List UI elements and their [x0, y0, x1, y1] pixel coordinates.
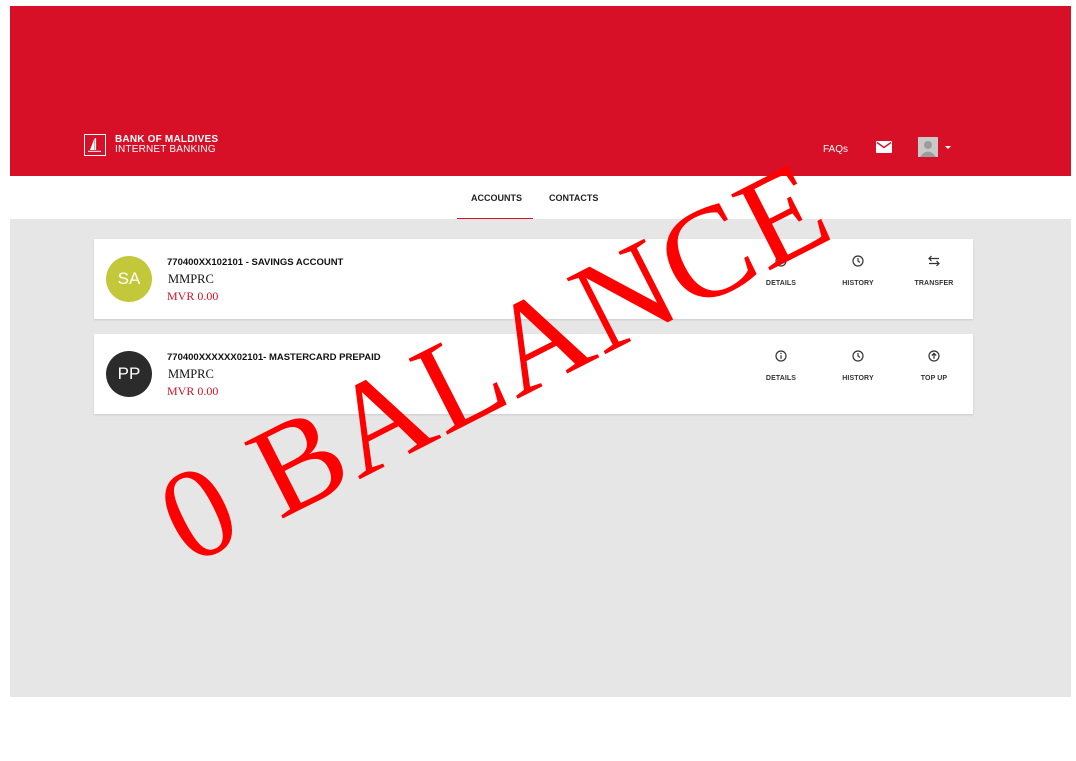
account-balance: MVR 0.00: [167, 289, 219, 303]
clock-icon: [852, 350, 864, 362]
transfer-button[interactable]: TRANSFER: [899, 255, 969, 287]
account-title: 770400XXXXXX02101- MASTERCARD PREPAID: [167, 352, 381, 363]
tab-accounts[interactable]: ACCOUNTS: [471, 193, 522, 203]
arrow-up-circle-icon: [928, 350, 940, 362]
details-button[interactable]: DETAILS: [746, 255, 816, 287]
account-holder: MMPRC: [168, 367, 214, 381]
sail-logo-icon: [84, 134, 106, 156]
account-title: 770400XX102101 - SAVINGS ACCOUNT: [167, 257, 344, 268]
history-label: HISTORY: [842, 280, 874, 287]
faqs-link[interactable]: FAQs: [823, 144, 848, 155]
account-holder: MMPRC: [168, 272, 214, 286]
top-up-button[interactable]: TOP UP: [899, 350, 969, 382]
nav-bar: ACCOUNTS CONTACTS: [0, 176, 1076, 221]
top-up-label: TOP UP: [920, 375, 948, 382]
info-icon: [775, 350, 787, 362]
product-name: INTERNET BANKING: [115, 144, 216, 155]
history-button[interactable]: HISTORY: [823, 350, 893, 382]
transfer-arrows-icon: [928, 255, 940, 267]
details-button[interactable]: DETAILS: [746, 350, 816, 382]
details-label: DETAILS: [765, 280, 797, 287]
caret-down-icon[interactable]: [945, 146, 951, 149]
history-label: HISTORY: [842, 375, 874, 382]
clock-icon: [852, 255, 864, 267]
info-icon: [775, 255, 787, 267]
account-balance: MVR 0.00: [167, 384, 219, 398]
account-card-prepaid[interactable]: PP 770400XXXXXX02101- MASTERCARD PREPAID…: [94, 334, 973, 414]
user-avatar-icon[interactable]: [918, 137, 938, 157]
details-label: DETAILS: [765, 375, 797, 382]
account-card-savings[interactable]: SA 770400XX102101 - SAVINGS ACCOUNT MMPR…: [94, 239, 973, 319]
account-avatar: PP: [106, 351, 152, 397]
bank-logo[interactable]: BANK OF MALDIVES INTERNET BANKING: [84, 134, 218, 156]
history-button[interactable]: HISTORY: [823, 255, 893, 287]
account-avatar: SA: [106, 256, 152, 302]
tab-contacts[interactable]: CONTACTS: [549, 193, 598, 203]
logo-text: BANK OF MALDIVES INTERNET BANKING: [115, 135, 218, 155]
transfer-label: TRANSFER: [914, 280, 954, 287]
mail-icon[interactable]: [876, 140, 892, 158]
